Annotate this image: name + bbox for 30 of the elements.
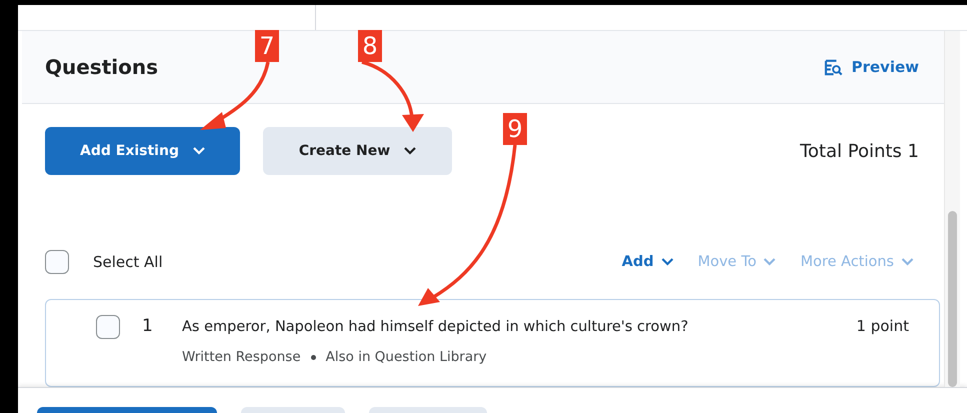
section-title: Questions bbox=[45, 55, 158, 79]
select-all-label: Select All bbox=[93, 253, 163, 271]
scrollbar[interactable] bbox=[944, 31, 960, 387]
add-existing-button[interactable]: Add Existing bbox=[45, 127, 240, 175]
question-checkbox[interactable] bbox=[96, 315, 120, 339]
footer-button[interactable] bbox=[369, 407, 487, 413]
question-points: 1 point bbox=[856, 317, 909, 335]
total-points: Total Points 1 bbox=[800, 140, 919, 162]
preview-link[interactable]: Preview bbox=[824, 58, 919, 76]
callout-number: 7 bbox=[255, 30, 279, 62]
chevron-down-icon bbox=[192, 147, 205, 155]
library-note: Also in Question Library bbox=[326, 349, 487, 365]
footer-button[interactable] bbox=[241, 407, 345, 413]
separator-dot bbox=[310, 354, 316, 360]
callout-number: 8 bbox=[358, 30, 382, 62]
annotation-arrow bbox=[361, 60, 424, 132]
chevron-down-icon bbox=[404, 147, 416, 155]
question-type: Written Response bbox=[182, 349, 301, 365]
action-menu[interactable]: Add bbox=[622, 254, 674, 270]
chevron-down-icon bbox=[763, 258, 776, 266]
chevron-down-icon bbox=[901, 258, 914, 266]
question-number: 1 bbox=[142, 316, 154, 336]
callout-number: 9 bbox=[503, 113, 527, 145]
footer-button[interactable] bbox=[37, 407, 217, 413]
create-new-button[interactable]: Create New bbox=[263, 127, 452, 175]
select-all-checkbox[interactable] bbox=[45, 250, 69, 274]
annotation-arrow bbox=[200, 62, 270, 130]
chevron-down-icon bbox=[660, 258, 674, 266]
preview-icon bbox=[824, 58, 844, 76]
question-text[interactable]: As emperor, Napoleon had himself depicted in which culture's crown? bbox=[182, 319, 688, 335]
